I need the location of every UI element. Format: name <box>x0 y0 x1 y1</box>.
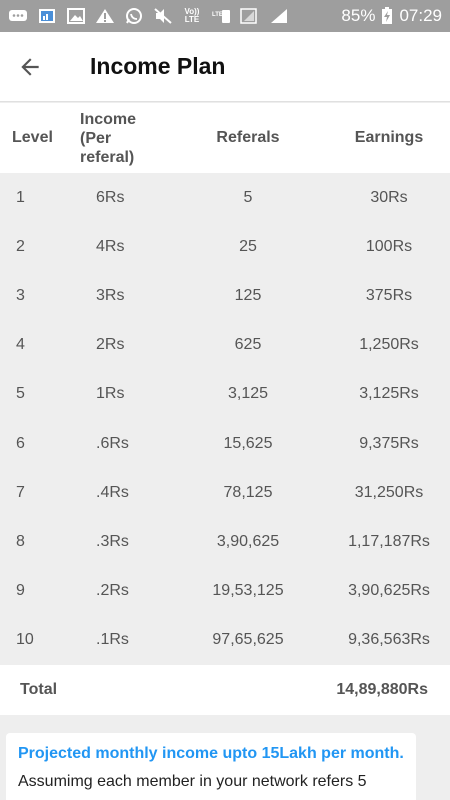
cell-earnings: 30Rs <box>370 188 408 206</box>
cell-earnings: 3,90,625Rs <box>348 582 430 600</box>
cell-income: .6Rs <box>96 434 129 452</box>
total-value: 14,89,880Rs <box>336 681 428 698</box>
info-card-text: Assumimg each member in your network ref… <box>18 773 367 790</box>
signal-icon <box>240 8 260 24</box>
header-earnings: Earnings <box>354 129 424 146</box>
gallery-icon <box>66 8 86 24</box>
cell-referals: 3,90,625 <box>216 532 280 550</box>
app-bar: Income Plan <box>0 32 450 102</box>
signal-bars-icon <box>269 8 289 24</box>
cell-referals: 125 <box>234 286 262 304</box>
cell-level: 3 <box>16 286 25 304</box>
cell-referals: 97,65,625 <box>212 631 284 649</box>
cell-earnings: 375Rs <box>365 286 413 304</box>
cell-level: 5 <box>16 385 25 403</box>
cell-level: 7 <box>16 483 25 501</box>
cell-referals: 3,125 <box>227 385 269 403</box>
total-label: Total <box>20 681 58 698</box>
cell-income: .4Rs <box>96 483 129 501</box>
cell-income: 4Rs <box>96 237 125 255</box>
info-card-heading: Projected monthly income upto 15Lakh per… <box>18 745 404 762</box>
info-card: Projected monthly income upto 15Lakh per… <box>6 733 416 800</box>
cell-referals: 78,125 <box>223 483 273 501</box>
cell-income: .3Rs <box>96 532 129 550</box>
mute-icon <box>153 8 173 24</box>
cell-level: 6 <box>16 434 25 452</box>
cell-earnings: 3,125Rs <box>359 385 419 403</box>
cell-income: 3Rs <box>96 286 125 304</box>
table-row: 10 .1Rs 97,65,625 9,36,563Rs <box>0 616 450 665</box>
cell-referals: 625 <box>234 336 262 354</box>
battery-percent: 85% <box>341 6 376 25</box>
table-row: 4 2Rs 625 1,250Rs <box>0 321 450 370</box>
cell-level: 2 <box>16 237 25 255</box>
clock: 07:29 <box>399 6 442 25</box>
cell-level: 8 <box>16 532 25 550</box>
header-income: Income (Per referal) <box>80 110 137 166</box>
table-row: 5 1Rs 3,125 3,125Rs <box>0 370 450 419</box>
cell-income: 6Rs <box>96 188 125 206</box>
arrow-left-icon <box>21 57 39 76</box>
cell-income: .1Rs <box>96 631 129 649</box>
battery-charging-icon <box>381 7 393 25</box>
table-row: 7 .4Rs 78,125 31,250Rs <box>0 468 450 517</box>
cell-level: 1 <box>16 188 25 206</box>
chat-icon <box>8 8 28 24</box>
cell-earnings: 100Rs <box>365 237 413 255</box>
svg-text:LTE: LTE <box>212 12 223 18</box>
cell-referals: 5 <box>243 188 253 206</box>
cell-income: .2Rs <box>96 582 129 600</box>
page-title: Income Plan <box>90 53 226 79</box>
cell-referals: 25 <box>239 237 257 255</box>
back-button[interactable] <box>0 32 60 102</box>
cell-earnings: 1,17,187Rs <box>348 532 430 550</box>
cell-income: 2Rs <box>96 336 125 354</box>
warning-icon <box>95 8 115 24</box>
table-row: 2 4Rs 25 100Rs <box>0 222 450 271</box>
cell-earnings: 31,250Rs <box>354 483 424 501</box>
cell-referals: 19,53,125 <box>212 582 284 600</box>
header-referals: Referals <box>216 129 280 146</box>
table-body: 1 6Rs 5 30Rs 2 4Rs 25 100Rs 3 3Rs 125 37… <box>0 173 450 665</box>
table-row: 3 3Rs 125 375Rs <box>0 271 450 320</box>
cell-earnings: 9,36,563Rs <box>348 631 430 649</box>
cell-level: 4 <box>16 336 25 354</box>
cell-level: 9 <box>16 582 25 600</box>
table-row: 6 .6Rs 15,625 9,375Rs <box>0 419 450 468</box>
whatsapp-icon <box>124 8 144 24</box>
image-icon <box>37 8 57 24</box>
cell-level: 10 <box>16 631 34 649</box>
table-row: 8 .3Rs 3,90,625 1,17,187Rs <box>0 517 450 566</box>
table-header: Level Income (Per referal) Referals Earn… <box>0 103 450 173</box>
status-bar: Vo)) LTE LTE 85% 07:29 <box>0 0 450 32</box>
cell-referals: 15,625 <box>223 434 273 452</box>
header-level: Level <box>12 129 53 146</box>
table-row: 9 .2Rs 19,53,125 3,90,625Rs <box>0 567 450 616</box>
total-row: Total 14,89,880Rs <box>0 665 450 715</box>
volte-icon: Vo)) LTE <box>184 7 200 24</box>
cell-earnings: 1,250Rs <box>359 336 419 354</box>
lte-signal-icon: LTE <box>211 8 231 24</box>
cell-earnings: 9,375Rs <box>359 434 419 452</box>
cell-income: 1Rs <box>96 385 125 403</box>
table-row: 1 6Rs 5 30Rs <box>0 173 450 222</box>
